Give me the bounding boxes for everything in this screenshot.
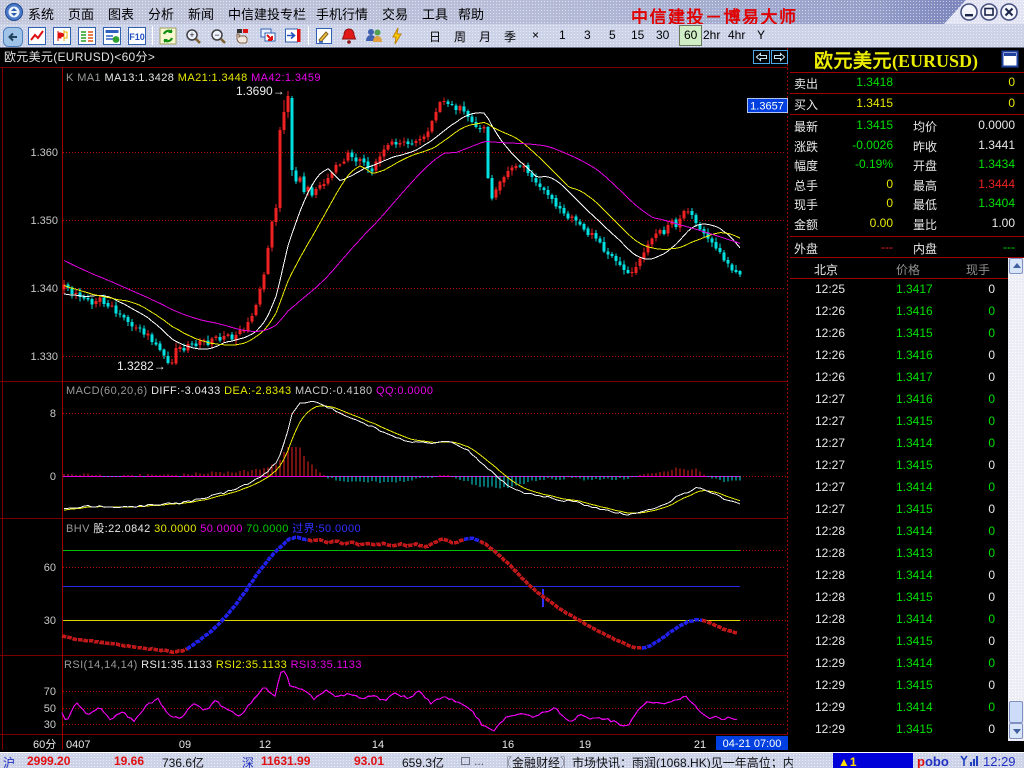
- svg-text:30: 30: [44, 719, 56, 731]
- svg-text:50: 50: [44, 703, 56, 715]
- svg-text:1.3282→: 1.3282→: [117, 359, 166, 373]
- svg-text:1.3657: 1.3657: [750, 101, 784, 113]
- svg-text:60: 60: [44, 562, 56, 574]
- svg-text:BHV 股:22.0842 30.0000 50.0000: BHV 股:22.0842 30.0000 50.0000 70.0000 过界…: [66, 520, 361, 536]
- svg-text:−: −: [214, 30, 219, 40]
- svg-text:1.330: 1.330: [30, 351, 58, 363]
- svg-text:14: 14: [372, 739, 384, 751]
- svg-text:RSI(14,14,14) RSI1:35.1133 RSI: RSI(14,14,14) RSI1:35.1133 RSI2:35.1133 …: [64, 659, 362, 671]
- svg-text:1.3690→: 1.3690→: [236, 84, 285, 98]
- svg-text:欧元美元(EURUSD)<60分>: 欧元美元(EURUSD)<60分>: [4, 48, 155, 65]
- svg-text:K MA1 MA13:1.3428 MA21:1.3448: K MA1 MA13:1.3428 MA21:1.3448 MA42:1.345…: [66, 72, 321, 84]
- svg-text:F10: F10: [129, 32, 145, 42]
- svg-text:04-21 07:00: 04-21 07:00: [723, 738, 782, 750]
- svg-text:1.340: 1.340: [30, 283, 58, 295]
- svg-text:30: 30: [44, 615, 56, 627]
- svg-text:MACD(60,20,6) DIFF:-3.0433 DEA: MACD(60,20,6) DIFF:-3.0433 DEA:-2.8343 M…: [66, 385, 433, 397]
- svg-text:0407: 0407: [66, 739, 90, 751]
- svg-text:60分: 60分: [33, 736, 56, 752]
- svg-text:16: 16: [502, 739, 514, 751]
- svg-text:1.360: 1.360: [30, 147, 58, 159]
- svg-text:1.350: 1.350: [30, 215, 58, 227]
- svg-text:0: 0: [50, 471, 56, 483]
- svg-text:70: 70: [44, 686, 56, 698]
- svg-text:8: 8: [50, 408, 56, 420]
- svg-text:19: 19: [579, 739, 591, 751]
- svg-text:12: 12: [259, 739, 271, 751]
- svg-text:21: 21: [694, 739, 706, 751]
- svg-text:09: 09: [179, 739, 191, 751]
- svg-text:+: +: [189, 30, 194, 40]
